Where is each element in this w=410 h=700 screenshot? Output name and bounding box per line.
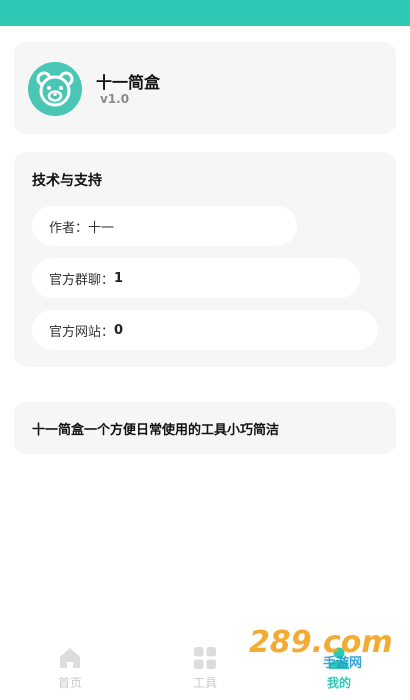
app-name: 十一简盒 [96,73,161,92]
grid-icon [194,647,216,669]
nav-tools-label: 工具 [192,676,217,690]
official-group-row[interactable]: 官方群聊： 1 [32,258,360,298]
description-text: 十一简盒一个方便日常使用的工具小巧简洁 [32,423,280,438]
nav-tools[interactable]: 工具 [170,644,240,691]
support-card: 技术与支持 作者： 十一 官方群聊： 1 官方网站： 0 [14,152,396,367]
author-label: 作者： [49,220,89,236]
nav-mine-label: 我的 [326,676,351,690]
author-value: 十一 [88,220,115,236]
group-label: 官方群聊： [49,272,115,288]
status-bar [0,0,410,26]
support-title: 技术与支持 [32,173,102,189]
description-card: 十一简盒一个方便日常使用的工具小巧简洁 [14,402,396,454]
app-version: v1.0 [100,92,130,106]
app-info-card: 十一简盒 v1.0 [14,42,396,134]
official-website-row[interactable]: 官方网站： 0 [32,310,378,350]
group-value: 1 [114,270,124,286]
site-label: 官方网站： [49,324,115,340]
nav-home-label: 首页 [57,676,82,690]
site-value: 0 [114,322,124,338]
bear-face-icon [28,62,82,116]
watermark-text: 289.com [249,625,393,660]
author-row[interactable]: 作者： 十一 [32,206,297,246]
site-watermark-logo: 289.com 手游网 [249,625,393,670]
nav-home[interactable]: 首页 [35,644,105,691]
home-icon [60,648,80,668]
watermark-subtext: 手游网 [323,655,362,670]
